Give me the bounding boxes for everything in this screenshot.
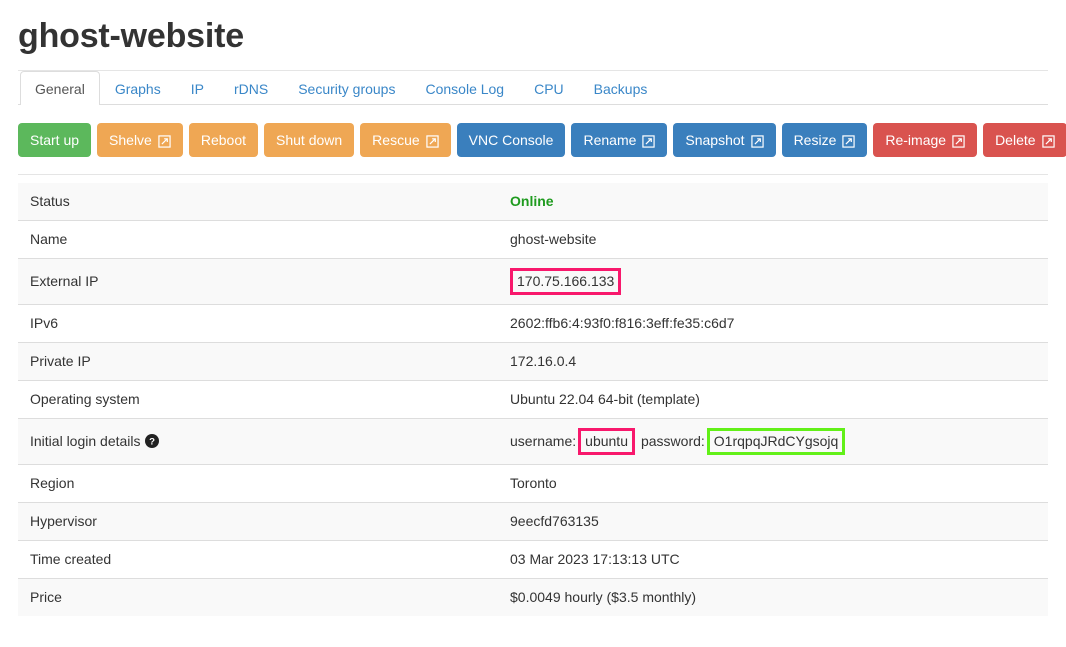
page-header: ghost-website: [0, 0, 1066, 58]
button-label: Start up: [30, 132, 80, 148]
row-value-private-ip: 172.16.0.4: [498, 342, 1048, 381]
row-label-status: Status: [18, 183, 498, 221]
status-badge: Online: [510, 193, 554, 209]
table-row-ipv6: IPv6 2602:ffb6:4:93f0:f816:3eff:fe35:c6d…: [18, 304, 1048, 343]
shelve-button[interactable]: Shelve: [97, 123, 183, 157]
external-link-icon: [750, 134, 764, 148]
row-value-name: ghost-website: [498, 220, 1048, 259]
table-row-status: Status Online: [18, 183, 1048, 221]
username-highlight: ubuntu: [578, 428, 635, 455]
re-image-button[interactable]: Re-image: [873, 123, 978, 157]
tab-rdns[interactable]: rDNS: [219, 71, 283, 105]
button-label: Rescue: [372, 132, 420, 148]
tab-backups[interactable]: Backups: [579, 71, 663, 105]
tab-cpu[interactable]: CPU: [519, 71, 579, 105]
row-label-time-created: Time created: [18, 540, 498, 579]
button-label: VNC Console: [468, 132, 554, 148]
table-row-operating-system: Operating system Ubuntu 22.04 64-bit (te…: [18, 380, 1048, 419]
row-label-ipv6: IPv6: [18, 304, 498, 343]
username-prefix: username:: [510, 433, 577, 449]
external-link-icon: [842, 134, 856, 148]
start-up-button[interactable]: Start up: [18, 123, 92, 157]
table-row-hypervisor: Hypervisor 9eecfd763135: [18, 502, 1048, 541]
button-label: Delete: [995, 132, 1036, 148]
row-label-price: Price: [18, 578, 498, 616]
row-label-region: Region: [18, 464, 498, 503]
table-row-time-created: Time created 03 Mar 2023 17:13:13 UTC: [18, 540, 1048, 579]
button-label: Reboot: [200, 132, 246, 148]
button-label: Resize: [793, 132, 837, 148]
button-label: Rename: [583, 132, 637, 148]
reboot-button[interactable]: Reboot: [188, 123, 258, 157]
tab-console-log[interactable]: Console Log: [410, 71, 519, 105]
row-value-external-ip: 170.75.166.133: [498, 258, 1048, 305]
row-label-private-ip: Private IP: [18, 342, 498, 381]
server-details-table: Status Online Name ghost-website Externa…: [18, 183, 1048, 616]
password-highlight: O1rqpqJRdCYgsojq: [706, 428, 846, 455]
row-value-hypervisor: 9eecfd763135: [498, 502, 1048, 541]
login-details-line: username: ubuntu password: O1rqpqJRdCYgsojq: [510, 428, 846, 455]
table-row-name: Name ghost-website: [18, 220, 1048, 259]
delete-button[interactable]: Delete: [983, 123, 1066, 157]
tab-bar: General Graphs IP rDNS Security groups Consol…: [18, 71, 1048, 105]
help-circle-icon[interactable]: ?: [144, 434, 159, 448]
external-link-icon: [425, 134, 439, 148]
tab-general[interactable]: General: [20, 71, 100, 105]
row-value-operating-system: Ubuntu 22.04 64-bit (template): [498, 380, 1048, 419]
table-row-initial-login-details: Initial login details? username: ubuntu pa…: [18, 418, 1048, 465]
external-link-icon: [1041, 134, 1055, 148]
table-top-divider: [18, 174, 1048, 175]
row-value-price: $0.0049 hourly ($3.5 monthly): [498, 578, 1048, 616]
resize-button[interactable]: Resize: [781, 123, 868, 157]
table-row-private-ip: Private IP 172.16.0.4: [18, 342, 1048, 381]
tab-graphs[interactable]: Graphs: [100, 71, 176, 105]
rename-button[interactable]: Rename: [571, 123, 668, 157]
external-ip-highlight: 170.75.166.133: [510, 268, 622, 295]
rescue-button[interactable]: Rescue: [360, 123, 451, 157]
row-value-ipv6: 2602:ffb6:4:93f0:f816:3eff:fe35:c6d7: [498, 304, 1048, 343]
row-value-status: Online: [498, 183, 1048, 221]
page-title: ghost-website: [18, 17, 244, 55]
row-label-name: Name: [18, 220, 498, 259]
button-label: Shelve: [109, 132, 152, 148]
row-value-region: Toronto: [498, 464, 1048, 503]
row-label-hypervisor: Hypervisor: [18, 502, 498, 541]
row-label-external-ip: External IP: [18, 258, 498, 305]
action-button-bar: Start up Shelve Reboot Shut down Rescue VNC C…: [18, 123, 1066, 157]
tab-ip[interactable]: IP: [176, 71, 219, 105]
table-row-region: Region Toronto: [18, 464, 1048, 503]
svg-text:?: ?: [149, 437, 155, 448]
vnc-console-button[interactable]: VNC Console: [456, 123, 566, 157]
external-link-icon: [158, 134, 171, 148]
button-label: Snapshot: [685, 132, 745, 148]
password-prefix: password:: [640, 433, 705, 449]
row-value-time-created: 03 Mar 2023 17:13:13 UTC: [498, 540, 1048, 579]
row-label-initial-login-details: Initial login details?: [18, 418, 498, 465]
row-label-operating-system: Operating system: [18, 380, 498, 419]
button-label: Shut down: [276, 132, 343, 148]
server-detail-page: ghost-website General Graphs IP rDNS Securit…: [0, 0, 1066, 647]
button-label: Re-image: [885, 132, 947, 148]
table-row-external-ip: External IP 170.75.166.133: [18, 258, 1048, 305]
table-row-price: Price $0.0049 hourly ($3.5 monthly): [18, 578, 1048, 616]
external-link-icon: [952, 134, 965, 148]
initial-login-details-label: Initial login details: [30, 433, 141, 449]
external-link-icon: [642, 134, 656, 148]
row-value-initial-login-details: username: ubuntu password: O1rqpqJRdCYgsojq: [498, 418, 1048, 465]
snapshot-button[interactable]: Snapshot: [673, 123, 776, 157]
tab-security-groups[interactable]: Security groups: [283, 71, 410, 105]
shut-down-button[interactable]: Shut down: [264, 123, 355, 157]
